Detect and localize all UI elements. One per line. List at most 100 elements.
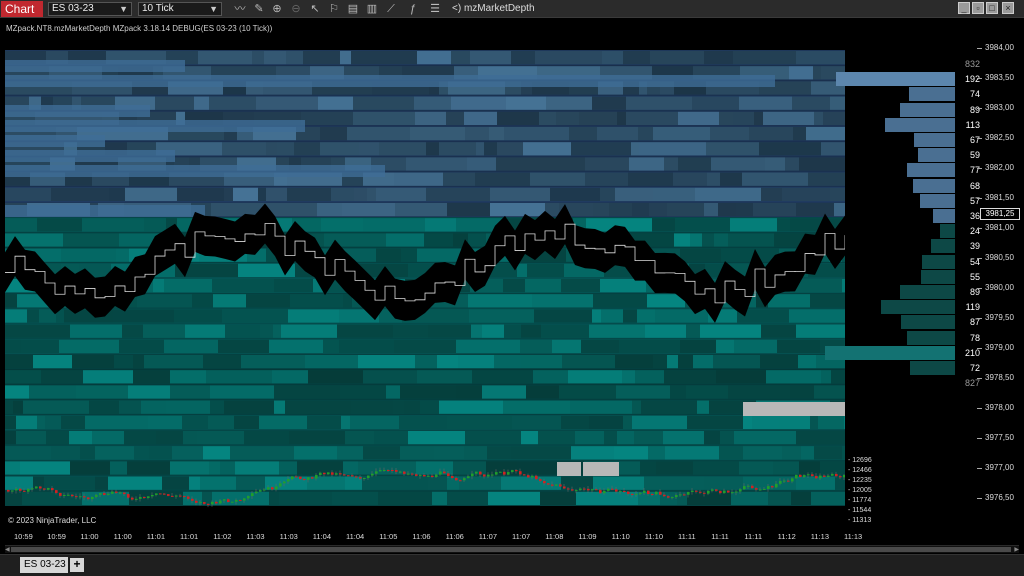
- candle-body: [403, 471, 406, 474]
- time-label: 11:07: [512, 532, 531, 541]
- heatmap-cell: [144, 355, 203, 369]
- heatmap-cell: [70, 461, 110, 475]
- chart-window-tab[interactable]: Chart: [1, 1, 43, 17]
- candle-body: [643, 490, 646, 493]
- pencil-icon[interactable]: ✎: [252, 2, 266, 16]
- instrument-selector[interactable]: ES 03-23 ▼: [48, 2, 132, 16]
- candle-body: [267, 487, 270, 490]
- price-axis[interactable]: 3984,00 3983,50 3983,00 3982,50 3982,00 3981,…: [955, 36, 1020, 502]
- indicator-label[interactable]: <) mzMarketDepth: [452, 2, 535, 16]
- heatmap-cell: [172, 446, 203, 460]
- candle-body: [67, 494, 70, 496]
- candle-body: [823, 475, 826, 477]
- candle-body: [711, 489, 714, 491]
- candle-body: [515, 470, 518, 472]
- heatmap-cell: [739, 461, 773, 475]
- heatmap-cell: [760, 355, 798, 369]
- heatmap-cell: [782, 187, 830, 201]
- candle-body: [115, 491, 118, 493]
- depth-heatmap-chart[interactable]: [5, 20, 845, 528]
- zoom-out-icon[interactable]: ⊖: [289, 2, 303, 16]
- heatmap-cell: [69, 431, 92, 445]
- heatmap-cell: [259, 415, 307, 429]
- heatmap-cell: [601, 309, 623, 323]
- heatmap-cell: [417, 370, 472, 384]
- heatmap-cell: [354, 187, 367, 201]
- interval-selector[interactable]: 10 Tick ▼: [138, 2, 222, 16]
- candle-body: [539, 479, 542, 481]
- heatmap-cell: [792, 96, 830, 110]
- heatmap-cell: [128, 385, 170, 399]
- maximize-icon[interactable]: □: [986, 2, 998, 14]
- candle-body: [523, 474, 526, 476]
- candle-body: [691, 490, 694, 493]
- heatmap-cell: [260, 324, 273, 338]
- heatmap-cell: [5, 324, 70, 338]
- line-icon[interactable]: 〰: [233, 2, 247, 16]
- data-box-icon[interactable]: ▤: [346, 2, 360, 16]
- liquidity-band: [5, 205, 205, 217]
- price-label: 3976,50: [985, 493, 1014, 502]
- heatmap-cell: [33, 355, 72, 369]
- candle-body: [291, 476, 294, 480]
- heatmap-cell: [337, 446, 363, 460]
- heatmap-cell: [664, 157, 678, 171]
- cursor-icon[interactable]: ↖: [308, 2, 322, 16]
- volume-label: - 11544: [848, 507, 872, 514]
- heatmap-cell: [400, 446, 434, 460]
- candle-body: [579, 488, 582, 491]
- scroll-right-icon[interactable]: ▶: [1014, 546, 1019, 553]
- close-icon[interactable]: ×: [1002, 2, 1014, 14]
- heatmap-cell: [759, 142, 821, 156]
- heatmap-cell: [650, 51, 704, 65]
- heatmap-cell: [386, 233, 424, 247]
- heatmap-cell: [379, 142, 426, 156]
- heatmap-cell: [693, 461, 739, 475]
- tab-es-03-23[interactable]: ES 03-23: [20, 557, 68, 573]
- candle-body: [311, 477, 314, 479]
- strategy-icon[interactable]: ⚐: [327, 2, 341, 16]
- minimize-icon[interactable]: _: [958, 2, 970, 14]
- heatmap-cell: [353, 111, 415, 125]
- scroll-left-icon[interactable]: ◀: [5, 546, 10, 553]
- candle-body: [779, 480, 782, 484]
- candle-body: [727, 490, 730, 493]
- heatmap-cell: [704, 476, 743, 490]
- heatmap-cell: [198, 51, 252, 65]
- heatmap-cell: [5, 355, 33, 369]
- heatmap-cell: [210, 400, 224, 414]
- heatmap-cell: [571, 142, 631, 156]
- heatmap-cell: [635, 370, 664, 384]
- candle-body: [755, 488, 758, 490]
- heatmap-cell: [569, 127, 597, 141]
- candle-body: [411, 473, 414, 475]
- heatmap-cell: [496, 157, 531, 171]
- scroll-thumb[interactable]: [11, 547, 1011, 552]
- add-tab-button[interactable]: +: [70, 558, 84, 572]
- heatmap-cell: [133, 355, 144, 369]
- properties-icon[interactable]: ☰: [428, 2, 442, 16]
- drawing-icon[interactable]: ⟋: [384, 2, 398, 16]
- bar-chart-icon[interactable]: ▥: [365, 2, 379, 16]
- heatmap-cell: [266, 187, 287, 201]
- dom-level-bar: [909, 87, 955, 102]
- restore-icon[interactable]: ▫: [972, 2, 984, 14]
- liquidity-band: [5, 135, 105, 147]
- liquidity-band: [5, 105, 150, 117]
- copyright-text: © 2023 NinjaTrader, LLC: [8, 516, 97, 525]
- zoom-in-icon[interactable]: ⊕: [270, 2, 284, 16]
- candle-body: [39, 486, 42, 489]
- heatmap-cell: [503, 400, 570, 414]
- candle-body: [703, 492, 706, 494]
- heatmap-cell: [119, 400, 141, 414]
- time-axis[interactable]: 10:59 10:59 11:00 11:00 11:01 11:01 11:02 11:03…: [0, 530, 1024, 544]
- heatmap-cell: [235, 461, 279, 475]
- candle-body: [667, 496, 670, 498]
- candle-body: [827, 475, 830, 477]
- heatmap-cell: [5, 187, 51, 201]
- chevron-down-icon: ▼: [119, 4, 128, 14]
- time-label: 11:11: [711, 532, 729, 541]
- heatmap-cell: [766, 370, 821, 384]
- indicator-icon[interactable]: ƒ: [406, 2, 420, 16]
- horizontal-scrollbar[interactable]: ◀ ▶: [5, 545, 1019, 553]
